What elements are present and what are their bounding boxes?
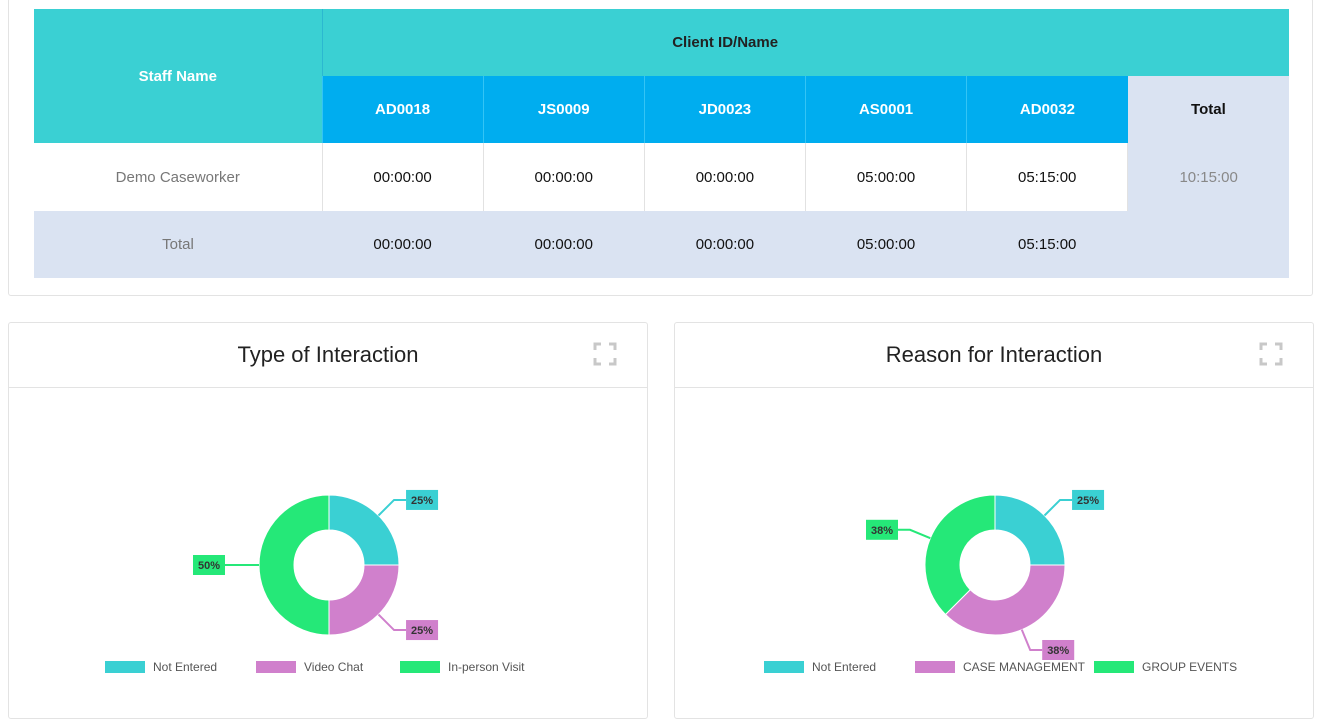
data-label: 38% — [871, 525, 893, 537]
total-time-cell: 05:15:00 — [966, 211, 1128, 278]
legend-swatch[interactable] — [1094, 661, 1134, 673]
donut-slice[interactable] — [924, 494, 996, 616]
total-time-cell: 00:00:00 — [483, 211, 645, 278]
reason-for-interaction-donut-chart: 25% 38% 38% Not Entered CASE MANAGEMENT GROUP… — [764, 489, 1237, 674]
legend-label[interactable]: In-person Visit — [448, 660, 525, 674]
client-header[interactable]: AS0001 — [804, 76, 967, 143]
time-report-card: Staff Name Client ID/Name AD0018 JS0009 … — [8, 0, 1313, 296]
total-time-cell: 05:00:00 — [805, 211, 967, 278]
time-cell: 05:00:00 — [804, 143, 967, 211]
legend-label[interactable]: CASE MANAGEMENT — [963, 660, 1086, 674]
totals-row: Total 00:00:00 00:00:00 00:00:00 05:00:0… — [34, 211, 1289, 278]
data-label: 38% — [1047, 645, 1069, 657]
client-header[interactable]: AD0018 — [321, 76, 484, 143]
legend-swatch[interactable] — [764, 661, 804, 673]
type-of-interaction-donut-chart: 25% 25% 50% Not Entered Video Chat In-person … — [105, 489, 525, 674]
time-report-table: Staff Name Client ID/Name AD0018 JS0009 … — [34, 9, 1289, 278]
time-cell: 00:00:00 — [643, 143, 806, 211]
legend-swatch[interactable] — [256, 661, 296, 673]
label-leader-line — [377, 498, 407, 517]
chart-title: Reason for Interaction — [885, 342, 1103, 367]
header-spacer — [1127, 9, 1289, 76]
data-label: 50% — [198, 560, 220, 572]
panel-header: Reason for Interaction — [675, 323, 1313, 388]
row-total-cell: 10:15:00 — [1127, 143, 1289, 211]
legend-label[interactable]: Video Chat — [304, 660, 364, 674]
label-leader-line — [1020, 629, 1043, 651]
time-cell: 00:00:00 — [482, 143, 645, 211]
expand-icon[interactable] — [593, 342, 617, 366]
donut-slice[interactable] — [258, 494, 330, 636]
legend-swatch[interactable] — [400, 661, 440, 673]
totals-label: Total — [34, 211, 322, 278]
type-of-interaction-panel: Type of Interaction 25% 25% 50% Not Entered… — [8, 322, 648, 719]
donut-slice[interactable] — [944, 564, 1066, 636]
total-header: Total — [1127, 76, 1289, 143]
label-leader-line — [1043, 498, 1073, 517]
chart-title: Type of Interaction — [237, 342, 419, 367]
data-label: 25% — [1077, 495, 1099, 507]
time-cell: 00:00:00 — [321, 143, 484, 211]
label-leader-line — [898, 528, 931, 540]
panel-header: Type of Interaction — [9, 323, 647, 388]
legend-label[interactable]: Not Entered — [153, 660, 217, 674]
client-header[interactable]: JD0023 — [643, 76, 806, 143]
total-time-cell: 00:00:00 — [644, 211, 806, 278]
reason-for-interaction-panel: Reason for Interaction 25% 38% 38% Not Ente… — [674, 322, 1314, 719]
totals-empty-cell — [1127, 211, 1289, 278]
data-label: 25% — [411, 625, 433, 637]
label-leader-line — [377, 613, 407, 632]
legend-label[interactable]: GROUP EVENTS — [1142, 660, 1237, 674]
legend-swatch[interactable] — [915, 661, 955, 673]
total-time-cell: 00:00:00 — [322, 211, 484, 278]
staff-name-header[interactable]: Staff Name — [34, 9, 322, 143]
data-label: 25% — [411, 495, 433, 507]
staff-name-cell: Demo Caseworker — [34, 143, 322, 211]
client-group-header: Client ID/Name — [321, 9, 1128, 76]
time-cell: 05:15:00 — [966, 143, 1128, 211]
table-row: Demo Caseworker 00:00:00 00:00:00 00:00:… — [34, 143, 1289, 211]
legend-label[interactable]: Not Entered — [812, 660, 876, 674]
legend-swatch[interactable] — [105, 661, 145, 673]
client-header[interactable]: AD0032 — [966, 76, 1128, 143]
expand-icon[interactable] — [1259, 342, 1283, 366]
client-header[interactable]: JS0009 — [482, 76, 645, 143]
